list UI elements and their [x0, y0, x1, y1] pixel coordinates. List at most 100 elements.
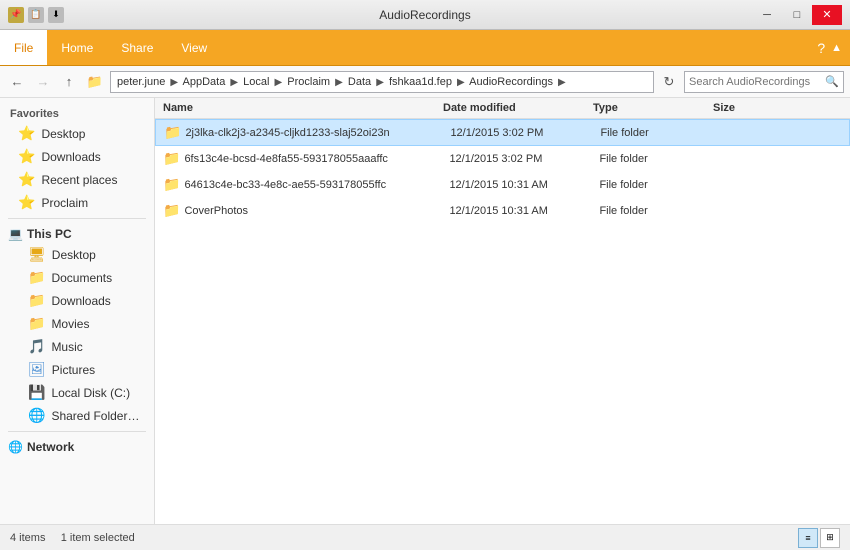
sidebar-item-pictures[interactable]: 🖼 Pictures: [0, 358, 154, 381]
favorites-section: Favorites ⭐ Desktop ⭐ Downloads ⭐ Recent…: [0, 104, 154, 214]
sidebar: Favorites ⭐ Desktop ⭐ Downloads ⭐ Recent…: [0, 98, 155, 524]
table-row[interactable]: 📁 CoverPhotos 12/1/2015 10:31 AM File fo…: [155, 198, 850, 224]
app-icon-2: 📋: [28, 7, 44, 23]
file-date: 12/1/2015 10:31 AM: [449, 179, 599, 191]
ribbon-expand-icon[interactable]: ▲: [831, 42, 842, 54]
file-type: File folder: [599, 153, 719, 165]
sidebar-item-label: Local Disk (C:): [51, 386, 130, 400]
network-header[interactable]: 🌐 Network: [0, 436, 154, 456]
up-button[interactable]: ↑: [58, 71, 80, 93]
details-view-button[interactable]: ≡: [798, 528, 818, 548]
file-name: 64613c4e-bc33-4e8c-ae55-593178055ffc: [184, 179, 449, 191]
sidebar-divider-2: [8, 431, 146, 432]
close-button[interactable]: ✕: [812, 5, 842, 25]
thispc-icon: 💻: [8, 227, 23, 241]
tab-home[interactable]: Home: [47, 30, 107, 65]
desktop-fav-icon: ⭐: [18, 125, 35, 142]
sidebar-item-music[interactable]: 🎵 Music: [0, 335, 154, 358]
table-row[interactable]: 📁 64613c4e-bc33-4e8c-ae55-593178055ffc 1…: [155, 172, 850, 198]
folder-icon: 📁: [164, 124, 181, 141]
folder-icon: 📁: [163, 150, 180, 167]
local-disk-icon: 💾: [28, 384, 45, 401]
sidebar-item-label: Music: [51, 340, 82, 354]
sidebar-item-local-disk[interactable]: 💾 Local Disk (C:): [0, 381, 154, 404]
header-type[interactable]: Type: [593, 102, 713, 114]
recent-fav-icon: ⭐: [18, 171, 35, 188]
desktop-pc-icon: 🖥: [28, 246, 46, 263]
sidebar-item-label: Desktop: [52, 248, 96, 262]
sidebar-item-label: Downloads: [51, 294, 110, 308]
app-icon-1: 📌: [8, 7, 24, 23]
view-controls: ≡ ⊞: [798, 528, 840, 548]
ribbon: File Home Share View ? ▲: [0, 30, 850, 66]
sidebar-item-label: Movies: [51, 317, 89, 331]
favorites-label: Favorites: [0, 104, 154, 122]
sidebar-item-downloads-pc[interactable]: 📁 Downloads: [0, 289, 154, 312]
sidebar-item-label: Documents: [51, 271, 112, 285]
header-date-modified[interactable]: Date modified: [443, 102, 593, 114]
forward-button[interactable]: →: [32, 71, 54, 93]
search-icon: 🔍: [825, 75, 839, 88]
breadcrumb: peter.june ▶ AppData ▶ Local ▶ Proclaim …: [117, 76, 568, 88]
back-button[interactable]: ←: [6, 71, 28, 93]
tab-file[interactable]: File: [0, 30, 47, 65]
search-box[interactable]: 🔍: [684, 71, 844, 93]
refresh-button[interactable]: ↻: [658, 71, 680, 93]
sidebar-item-documents[interactable]: 📁 Documents: [0, 266, 154, 289]
file-type: File folder: [599, 179, 719, 191]
tab-view[interactable]: View: [167, 30, 221, 65]
sidebar-item-desktop-pc[interactable]: 🖥 Desktop: [0, 243, 154, 266]
sidebar-item-label: Shared Folders (\\vm: [51, 409, 144, 423]
network-section: 🌐 Network: [0, 436, 154, 456]
header-name[interactable]: Name: [163, 102, 443, 114]
sidebar-item-proclaim-fav[interactable]: ⭐ Proclaim: [0, 191, 154, 214]
file-date: 12/1/2015 3:02 PM: [449, 153, 599, 165]
downloads-fav-icon: ⭐: [18, 148, 35, 165]
app-icon-3: ⬇: [48, 7, 64, 23]
sidebar-item-label: Proclaim: [41, 196, 88, 210]
large-icons-view-button[interactable]: ⊞: [820, 528, 840, 548]
network-label: Network: [27, 440, 74, 454]
title-bar: 📌 📋 ⬇ AudioRecordings ─ □ ✕: [0, 0, 850, 30]
pictures-icon: 🖼: [28, 361, 46, 378]
toolbar: ← → ↑ 📁 peter.june ▶ AppData ▶ Local ▶ P…: [0, 66, 850, 98]
sidebar-item-label: Desktop: [41, 127, 85, 141]
minimize-button[interactable]: ─: [752, 5, 782, 25]
sidebar-divider-1: [8, 218, 146, 219]
sidebar-item-label: Pictures: [52, 363, 95, 377]
proclaim-fav-icon: ⭐: [18, 194, 35, 211]
file-name: 6fs13c4e-bcsd-4e8fa55-593178055aaaffc: [184, 153, 449, 165]
address-folder-icon: 📁: [84, 71, 106, 93]
title-bar-app-icons: 📌 📋 ⬇: [8, 7, 64, 23]
search-input[interactable]: [689, 76, 825, 88]
documents-icon: 📁: [28, 269, 45, 286]
maximize-button[interactable]: □: [782, 5, 812, 25]
sidebar-item-recent-fav[interactable]: ⭐ Recent places: [0, 168, 154, 191]
sidebar-item-desktop-fav[interactable]: ⭐ Desktop: [0, 122, 154, 145]
downloads-pc-icon: 📁: [28, 292, 45, 309]
file-content-area: Name Date modified Type Size 📁 2j3lka-cl…: [155, 98, 850, 524]
thispc-header[interactable]: 💻 This PC: [0, 223, 154, 243]
folder-icon: 📁: [163, 176, 180, 193]
address-bar[interactable]: peter.june ▶ AppData ▶ Local ▶ Proclaim …: [110, 71, 654, 93]
status-bar: 4 items 1 item selected ≡ ⊞: [0, 524, 850, 550]
window-title: AudioRecordings: [379, 8, 470, 22]
file-date: 12/1/2015 10:31 AM: [449, 205, 599, 217]
folder-icon: 📁: [163, 202, 180, 219]
selected-count: 1 item selected: [61, 532, 135, 544]
sidebar-item-movies[interactable]: 📁 Movies: [0, 312, 154, 335]
thispc-label: This PC: [27, 227, 72, 241]
window-controls: ─ □ ✕: [752, 5, 842, 25]
file-name: 2j3lka-clk2j3-a2345-cljkd1233-slaj52oi23…: [185, 127, 450, 139]
thispc-section: 💻 This PC 🖥 Desktop 📁 Documents 📁 Downlo…: [0, 223, 154, 427]
table-row[interactable]: 📁 6fs13c4e-bcsd-4e8fa55-593178055aaaffc …: [155, 146, 850, 172]
item-count: 4 items: [10, 532, 45, 544]
ribbon-help-icon[interactable]: ?: [817, 40, 825, 56]
sidebar-item-label: Downloads: [41, 150, 100, 164]
sidebar-item-downloads-fav[interactable]: ⭐ Downloads: [0, 145, 154, 168]
sidebar-item-shared-folders[interactable]: 🌐 Shared Folders (\\vm: [0, 404, 154, 427]
table-row[interactable]: 📁 2j3lka-clk2j3-a2345-cljkd1233-slaj52oi…: [155, 119, 850, 146]
tab-share[interactable]: Share: [107, 30, 167, 65]
header-size[interactable]: Size: [713, 102, 793, 114]
file-type: File folder: [600, 127, 720, 139]
